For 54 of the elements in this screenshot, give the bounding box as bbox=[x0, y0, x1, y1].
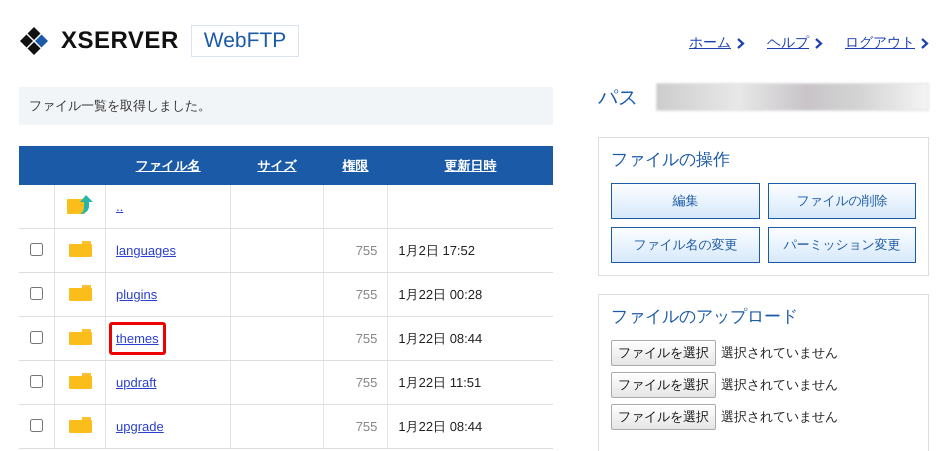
operation-button[interactable]: 編集 bbox=[611, 183, 760, 219]
date-text: 1月22日 08:44 bbox=[398, 330, 482, 346]
file-status-text: 選択されていません bbox=[721, 377, 838, 394]
folder-icon bbox=[68, 285, 92, 301]
file-status-text: 選択されていません bbox=[721, 409, 838, 426]
file-name-link[interactable]: updraft bbox=[109, 366, 164, 399]
nav-link[interactable]: ログアウト bbox=[845, 34, 915, 52]
date-text: 1月22日 00:28 bbox=[398, 286, 482, 302]
choose-file-button[interactable]: ファイルを選択 bbox=[611, 340, 716, 366]
chevron-icon bbox=[815, 38, 823, 48]
path-label: パス bbox=[598, 84, 638, 110]
nav-link[interactable]: ヘルプ bbox=[767, 34, 809, 52]
panel-title: ファイルのアップロード bbox=[611, 306, 799, 328]
choose-file-button[interactable]: ファイルを選択 bbox=[611, 372, 716, 398]
column-header-link[interactable]: サイズ bbox=[257, 158, 296, 174]
date-text: 1月22日 08:44 bbox=[398, 418, 482, 434]
column-header-link[interactable]: 更新日時 bbox=[444, 158, 496, 174]
permission-text: 755 bbox=[356, 419, 378, 434]
status-message: ファイル一覧を取得しました。 bbox=[19, 87, 553, 125]
folder-icon bbox=[68, 417, 92, 433]
row-checkbox[interactable] bbox=[30, 330, 44, 344]
choose-file-button[interactable]: ファイルを選択 bbox=[611, 404, 716, 430]
operation-button[interactable]: パーミッション変更 bbox=[768, 227, 916, 263]
operation-button[interactable]: ファイルの削除 bbox=[768, 183, 916, 219]
permission-text: 755 bbox=[356, 243, 378, 258]
row-checkbox[interactable] bbox=[30, 418, 44, 432]
folder-icon bbox=[68, 329, 92, 345]
app-name: WebFTP bbox=[190, 24, 300, 56]
file-name-link[interactable]: plugins bbox=[109, 278, 164, 311]
folder-icon bbox=[68, 373, 92, 389]
chevron-icon bbox=[921, 38, 929, 48]
file-name-link[interactable]: themes bbox=[109, 322, 166, 355]
file-name-link[interactable]: upgrade bbox=[109, 410, 171, 443]
permission-text: 755 bbox=[356, 375, 378, 390]
chevron-icon bbox=[737, 38, 745, 48]
file-status-text: 選択されていません bbox=[721, 345, 838, 362]
row-checkbox[interactable] bbox=[30, 286, 44, 300]
row-checkbox[interactable] bbox=[30, 374, 44, 388]
path-field[interactable] bbox=[656, 83, 929, 111]
folder-up-icon bbox=[66, 195, 94, 215]
date-text: 1月2日 17:52 bbox=[398, 242, 475, 258]
permission-text: 755 bbox=[356, 287, 378, 302]
file-name-link[interactable]: languages bbox=[109, 234, 184, 267]
column-header-link[interactable]: 権限 bbox=[342, 158, 369, 174]
brand-name: XSERVER bbox=[61, 26, 179, 54]
panel-title: ファイルの操作 bbox=[611, 149, 731, 171]
folder-icon bbox=[68, 241, 92, 257]
file-name-link[interactable]: .. bbox=[109, 190, 130, 223]
date-text: 1月22日 11:51 bbox=[398, 374, 482, 390]
row-checkbox[interactable] bbox=[30, 242, 44, 256]
permission-text: 755 bbox=[356, 331, 378, 346]
operation-button[interactable]: ファイル名の変更 bbox=[611, 227, 760, 263]
nav-link[interactable]: ホーム bbox=[689, 34, 731, 52]
diamond-logo-icon bbox=[19, 26, 49, 56]
